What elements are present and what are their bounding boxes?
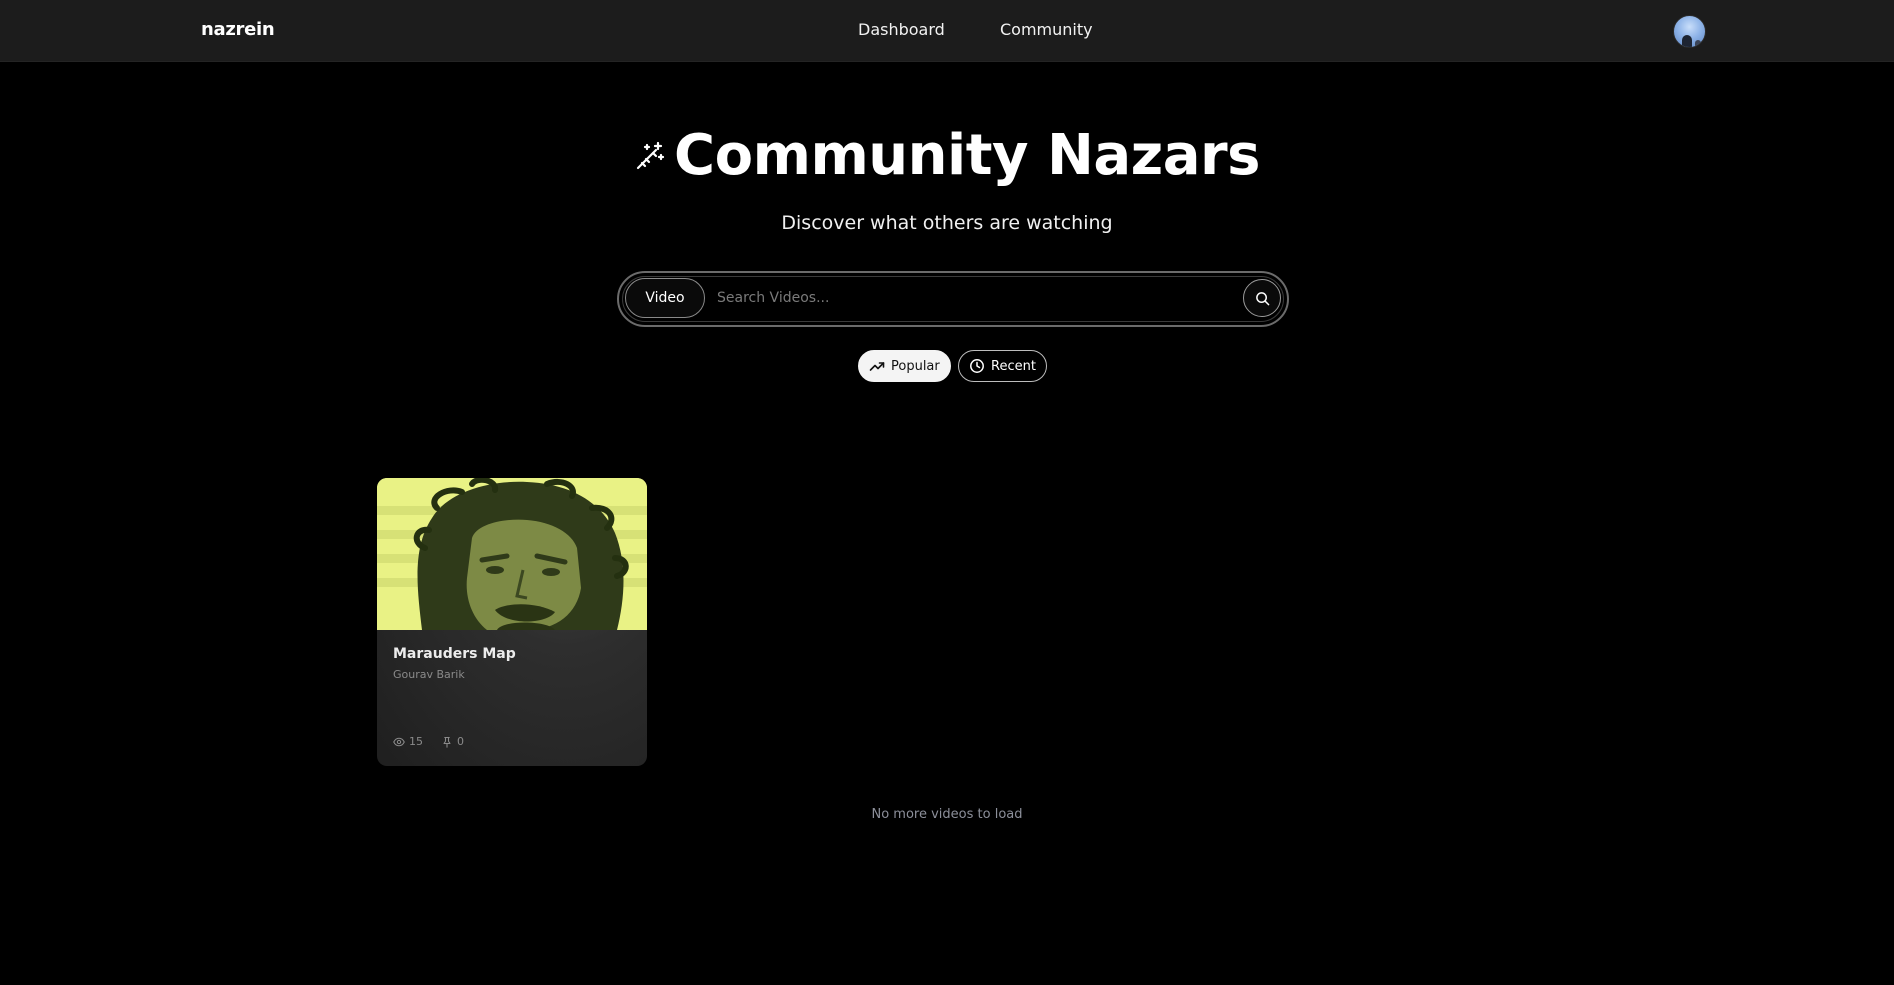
pin-count: 0 [457, 735, 464, 748]
video-author[interactable]: Gourav Barik [393, 668, 465, 681]
clock-icon [970, 359, 984, 373]
page-title: Community Nazars [0, 123, 1894, 188]
filter-popular-label: Popular [891, 358, 940, 374]
nav-dashboard-link[interactable]: Dashboard [858, 20, 945, 39]
video-stats: 15 0 [393, 735, 464, 748]
search-icon [1255, 291, 1269, 305]
pin-icon [443, 736, 451, 748]
search-type-selector[interactable]: Video [625, 278, 705, 318]
search-bar: Video [617, 271, 1289, 327]
trending-up-icon [869, 362, 885, 371]
eye-icon [393, 737, 405, 746]
avatar-figure [1682, 35, 1692, 47]
view-count: 15 [409, 735, 423, 748]
video-thumbnail-image [377, 478, 647, 630]
page-title-text: Community Nazars [674, 123, 1260, 188]
video-title[interactable]: Marauders Map [393, 646, 516, 662]
video-thumbnail [377, 478, 647, 630]
page-subtitle: Discover what others are watching [781, 212, 1113, 234]
search-input[interactable] [715, 279, 1215, 317]
filter-recent-label: Recent [991, 358, 1036, 374]
avatar-figure-small [1695, 40, 1701, 47]
search-button[interactable] [1243, 279, 1281, 317]
nav-community-link[interactable]: Community [1000, 20, 1093, 39]
filter-popular-button[interactable]: Popular [858, 350, 951, 382]
top-navbar: nazrein Dashboard Community [0, 0, 1894, 62]
user-avatar[interactable] [1673, 15, 1706, 48]
filter-recent-button[interactable]: Recent [958, 350, 1047, 382]
magic-wand-icon [636, 141, 665, 169]
video-card[interactable]: Marauders Map Gourav Barik 15 0 [377, 478, 647, 766]
brand-logo[interactable]: nazrein [201, 19, 275, 40]
end-of-list-message: No more videos to load [871, 807, 1023, 822]
